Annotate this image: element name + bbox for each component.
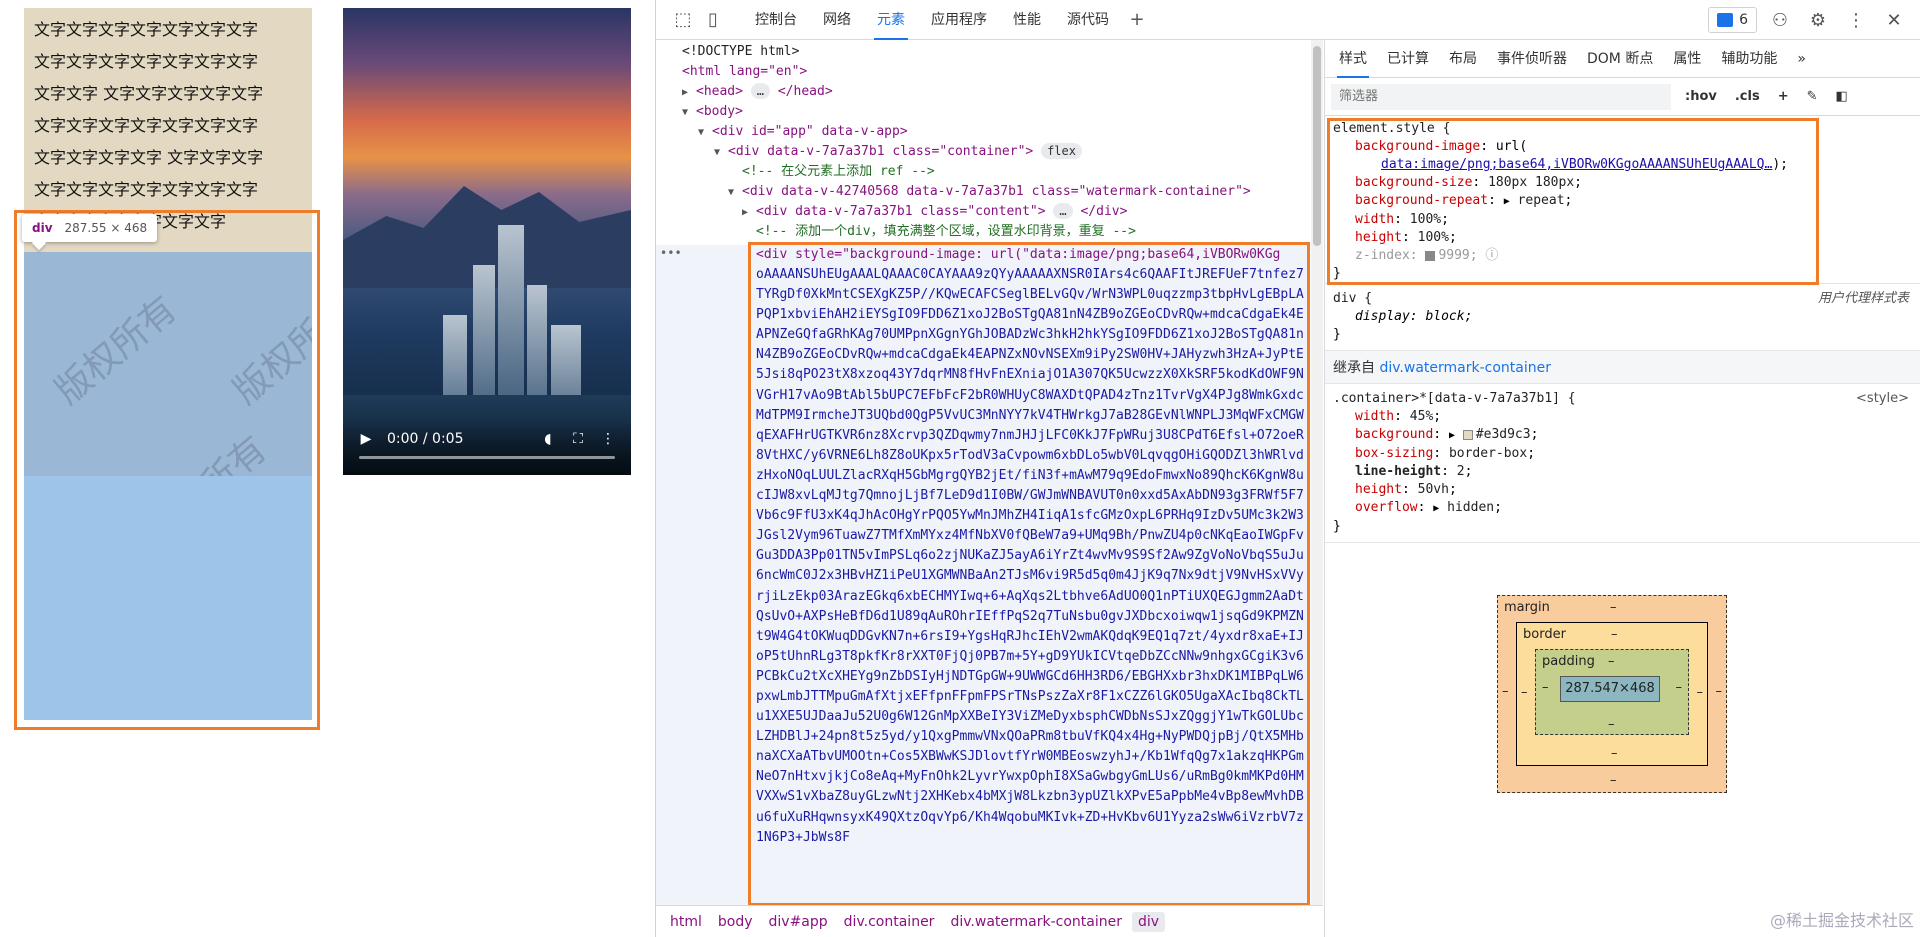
video-controls: ▶ 0:00 / 0:05 ◖ ⛶ ⋮ [343, 419, 631, 475]
add-tab-icon[interactable]: + [1122, 5, 1152, 35]
tab-layout[interactable]: 布局 [1439, 40, 1487, 78]
text-line: 文字文字文字文字文字文字文字 [34, 180, 259, 199]
paint-icon[interactable]: ✎ [1803, 89, 1822, 104]
text-line: 文字文字文字文字 文字文字文字 [34, 148, 264, 167]
crumb-watermark-container[interactable]: div.watermark-container [944, 912, 1128, 932]
node-actions-icon[interactable]: ••• [660, 246, 682, 260]
inspect-element-icon[interactable]: ⬚ [668, 5, 698, 35]
crumb-app[interactable]: div#app [763, 912, 834, 932]
scrollbar-thumb[interactable] [1313, 46, 1321, 246]
tab-network[interactable]: 网络 [810, 0, 864, 40]
tab-accessibility[interactable]: 辅助功能 [1711, 40, 1787, 78]
expand-icon: ▶ [742, 207, 749, 218]
page-preview: 文字文字文字文字文字文字文字 文字文字文字文字文字文字文字 文字文字 文字文字文… [0, 0, 655, 937]
more-options-icon[interactable]: ⋮ [599, 431, 617, 447]
video-time: 0:00 / 0:05 [387, 431, 464, 447]
collapse-icon: ▼ [698, 127, 705, 138]
box-model-diagram: margin – – – – border – – – – padding – … [1497, 595, 1727, 793]
dom-line[interactable]: <html lang="en"> [682, 62, 807, 82]
crumb-body[interactable]: body [712, 912, 759, 932]
play-icon[interactable]: ▶ [357, 431, 375, 447]
selected-node-outline [748, 242, 1310, 905]
container-rule[interactable]: <style> .container>*[data-v-7a7a37b1] { … [1325, 384, 1920, 543]
issues-icon [1717, 13, 1734, 27]
close-icon[interactable]: ✕ [1879, 5, 1909, 35]
issues-count: 6 [1739, 12, 1748, 28]
new-rule-icon[interactable]: + [1774, 89, 1793, 104]
tab-dom-breakpoints[interactable]: DOM 断点 [1577, 40, 1663, 78]
tab-application[interactable]: 应用程序 [918, 0, 1000, 40]
box-model-border: border – – – – padding – – – – 287.547×4… [1516, 622, 1708, 766]
styles-pane: 样式 已计算 布局 事件侦听器 DOM 断点 属性 辅助功能 » :hov .c… [1324, 40, 1920, 937]
box-model-content[interactable]: 287.547×468 [1560, 676, 1660, 702]
dom-line[interactable]: ▼ <div data-v-42740568 data-v-7a7a37b1 cl… [728, 182, 1251, 202]
crumb-container[interactable]: div.container [838, 912, 941, 932]
video-progress-bar[interactable] [359, 456, 615, 459]
tab-sources[interactable]: 源代码 [1054, 0, 1122, 40]
site-credit: @稀土掘金技术社区 [1769, 911, 1914, 930]
filter-row: :hov .cls + ✎ ◧ [1325, 78, 1920, 116]
volume-icon[interactable]: ◖ [539, 431, 557, 447]
dom-line[interactable]: ▼ <div id="app" data-v-app> [698, 122, 908, 142]
device-toolbar-icon[interactable]: ▯ [698, 5, 728, 35]
dom-comment[interactable]: <!-- 添加一个div，填充满整个区域，设置水印背景，重复 --> [756, 222, 1136, 242]
expand-icon: ▶ [682, 87, 689, 98]
video-player[interactable]: ▶ 0:00 / 0:05 ◖ ⛶ ⋮ [343, 8, 631, 475]
collapse-icon: ▼ [682, 107, 689, 118]
dom-line[interactable]: ▼ <body> [682, 102, 743, 122]
breadcrumb: html body div#app div.container div.wate… [656, 905, 1323, 937]
sidebar-toggle-icon[interactable]: ◧ [1832, 89, 1852, 104]
tab-event-listeners[interactable]: 事件侦听器 [1487, 40, 1577, 78]
settings-icon[interactable]: ⚙ [1803, 5, 1833, 35]
text-line: 文字文字文字文字文字文字文字 [34, 52, 259, 71]
tab-computed[interactable]: 已计算 [1377, 40, 1439, 78]
tab-performance[interactable]: 性能 [1000, 0, 1054, 40]
styles-filter-input[interactable] [1331, 83, 1671, 110]
flex-badge: flex [1041, 143, 1082, 159]
ellipsis-badge: … [750, 83, 771, 99]
more-tabs-icon[interactable]: » [1787, 40, 1816, 78]
inherited-selector-link[interactable]: div.watermark-container [1379, 360, 1551, 376]
tab-styles[interactable]: 样式 [1329, 40, 1377, 78]
customize-icon[interactable]: ⚇ [1765, 5, 1795, 35]
crumb-html[interactable]: html [664, 912, 708, 932]
inspect-tooltip: div 287.55 × 468 [22, 214, 158, 242]
dom-comment[interactable]: <!-- 在父元素上添加 ref --> [742, 162, 935, 182]
tooltip-size: 287.55 × 468 [64, 221, 148, 235]
element-highlight-outline [14, 210, 320, 730]
text-line: 文字文字文字文字文字文字文字 [34, 116, 259, 135]
tab-console[interactable]: 控制台 [742, 0, 810, 40]
dom-line[interactable]: <!DOCTYPE html> [682, 42, 799, 62]
dom-line[interactable]: ▼ <div data-v-7a7a37b1 class="container">… [714, 142, 1082, 162]
devtools-toolbar: ⬚ ▯ 控制台 网络 元素 应用程序 性能 源代码 + 6 ⚇ ⚙ ⋮ ✕ [656, 0, 1920, 40]
styles-tabbar: 样式 已计算 布局 事件侦听器 DOM 断点 属性 辅助功能 » [1325, 40, 1920, 78]
elements-tree: <!DOCTYPE html> <html lang="en"> ▶ <head>… [656, 40, 1323, 905]
rule-source: 用户代理样式表 [1817, 291, 1909, 306]
dom-line[interactable]: ▶ <head> … </head> [682, 82, 833, 102]
color-swatch-icon [1462, 429, 1473, 440]
devtools-panel: ⬚ ▯ 控制台 网络 元素 应用程序 性能 源代码 + 6 ⚇ ⚙ ⋮ ✕ <!… [655, 0, 1920, 937]
inherited-from-row: 继承自 div.watermark-container [1325, 351, 1920, 384]
box-model-padding: padding – – – – 287.547×468 [1535, 649, 1689, 735]
tooltip-tag: div [32, 221, 53, 235]
crumb-div[interactable]: div [1131, 911, 1166, 932]
rule-source[interactable]: <style> [1856, 390, 1909, 408]
ellipsis-badge: … [1053, 203, 1073, 219]
cls-button[interactable]: .cls [1731, 89, 1764, 104]
hov-button[interactable]: :hov [1681, 89, 1721, 104]
more-icon[interactable]: ⋮ [1841, 5, 1871, 35]
fullscreen-icon[interactable]: ⛶ [569, 431, 587, 447]
dom-line[interactable]: ▶ <div data-v-7a7a37b1 class="content"> …… [742, 202, 1127, 222]
issues-badge[interactable]: 6 [1708, 7, 1757, 33]
text-line: 文字文字 文字文字文字文字文字 [34, 84, 264, 103]
element-style-highlight [1327, 118, 1819, 285]
collapse-icon: ▼ [714, 147, 721, 158]
collapse-icon: ▼ [728, 187, 735, 198]
tab-elements[interactable]: 元素 [864, 0, 918, 40]
elements-scrollbar[interactable] [1311, 40, 1323, 905]
div-ua-rule[interactable]: 用户代理样式表 div { display: block; } [1325, 284, 1920, 351]
tab-properties[interactable]: 属性 [1663, 40, 1711, 78]
text-line: 文字文字文字文字文字文字文字 [34, 20, 259, 39]
